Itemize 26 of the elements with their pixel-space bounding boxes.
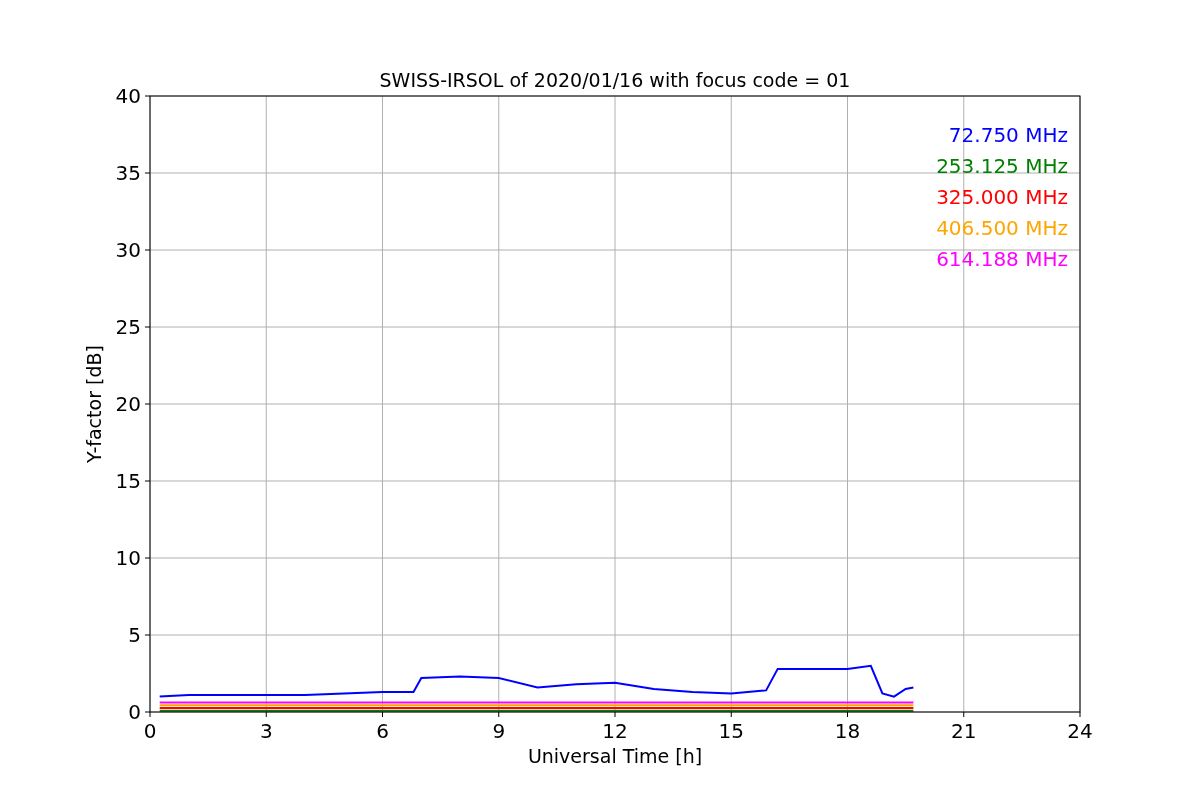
y-axis-label: Y-factor [dB] — [83, 345, 105, 463]
x-axis-label: Universal Time [h] — [527, 745, 703, 767]
y-tick-label: 20 — [115, 392, 141, 416]
legend-label: 614.188 MHz — [936, 247, 1068, 271]
y-tick-label: 40 — [115, 84, 141, 108]
legend-label: 253.125 MHz — [936, 154, 1068, 178]
legend-label: 72.750 MHz — [948, 123, 1068, 147]
x-tick-label: 3 — [259, 719, 273, 743]
x-tick-label: 18 — [834, 719, 861, 743]
y-tick-label: 35 — [115, 161, 141, 185]
legend-label: 406.500 MHz — [936, 216, 1068, 240]
y-tick-label: 0 — [128, 700, 141, 724]
y-tick-label: 30 — [115, 238, 141, 262]
y-tick-label: 15 — [115, 469, 141, 493]
x-tick-label: 15 — [718, 719, 744, 743]
x-tick-label: 21 — [951, 719, 977, 743]
x-tick-label: 24 — [1067, 719, 1093, 743]
legend-label: 325.000 MHz — [936, 185, 1068, 209]
y-tick-label: 10 — [115, 546, 141, 570]
y-tick-label: 25 — [115, 315, 141, 339]
x-tick-label: 12 — [602, 719, 628, 743]
x-tick-label: 9 — [492, 719, 506, 743]
y-tick-label: 5 — [128, 623, 141, 647]
x-tick-label: 0 — [143, 719, 157, 743]
chart-title: SWISS-IRSOL of 2020/01/16 with focus code = 01 — [379, 69, 851, 91]
x-tick-label: 6 — [376, 719, 389, 743]
